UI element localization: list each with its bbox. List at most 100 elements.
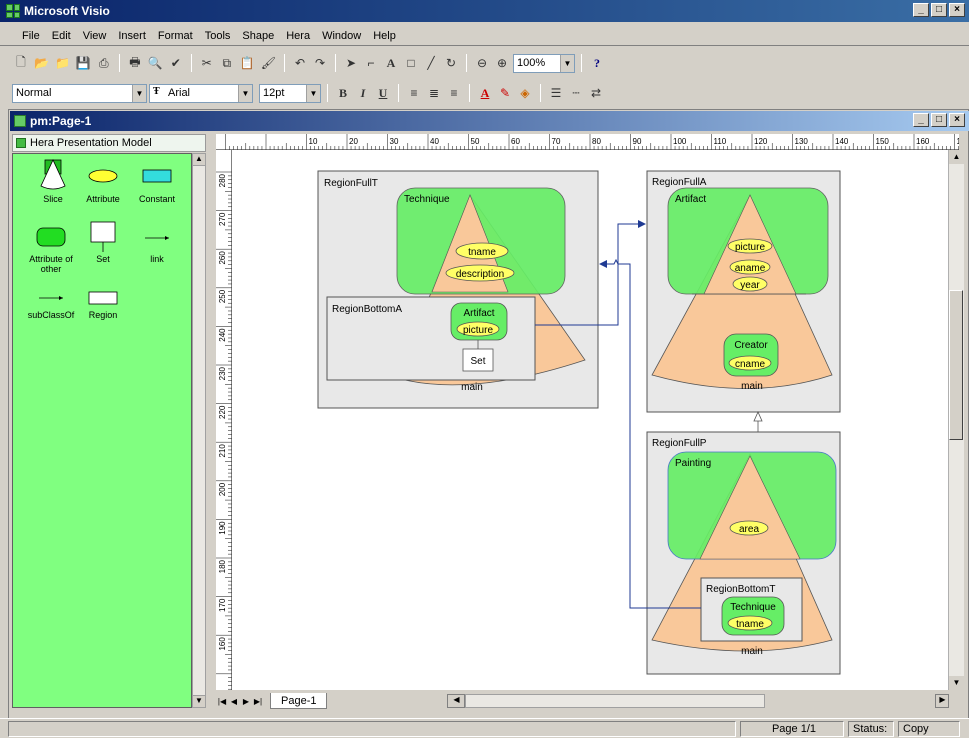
region-bottom-a[interactable]: RegionBottomA Artifact picture Set: [326, 296, 536, 381]
scroll-right-icon[interactable]: ▶: [935, 694, 950, 708]
zoom-value: 100%: [517, 57, 546, 69]
zoom-out-icon[interactable]: ⊖: [473, 53, 491, 73]
last-page-icon[interactable]: ▶|: [252, 694, 264, 708]
cut-icon[interactable]: ✂: [198, 53, 216, 73]
menu-view[interactable]: View: [77, 30, 113, 42]
line-ends-icon[interactable]: ⇄: [587, 83, 605, 103]
region-full-a[interactable]: RegionFullA Artifact picture aname year …: [646, 170, 841, 413]
doc-restore-button[interactable]: □: [931, 113, 947, 127]
ruler-label: 10: [309, 137, 318, 146]
previous-page-icon[interactable]: ◀: [228, 694, 240, 708]
horizontal-scrollbar[interactable]: [465, 694, 766, 708]
menu-hera[interactable]: Hera: [280, 30, 316, 42]
doc-minimize-button[interactable]: _: [913, 113, 929, 127]
rectangle-tool-icon[interactable]: □: [402, 53, 420, 73]
font-size-select[interactable]: 12pt ▼: [259, 83, 321, 103]
pointer-tool-icon[interactable]: ➤: [342, 53, 360, 73]
menu-insert[interactable]: Insert: [112, 30, 152, 42]
close-button[interactable]: ×: [949, 3, 965, 17]
ruler-label: 90: [633, 137, 642, 146]
help-icon[interactable]: ?: [588, 53, 606, 73]
region-shape-icon: [88, 291, 118, 305]
spelling-icon[interactable]: ✔: [167, 53, 185, 73]
slice-shape-icon: [40, 159, 66, 190]
zoom-in-icon[interactable]: ⊕: [493, 53, 511, 73]
page-tab[interactable]: Page-1: [270, 693, 328, 709]
maximize-button[interactable]: □: [931, 3, 947, 17]
page-indicator: Page 1/1: [740, 721, 844, 737]
format-painter-icon[interactable]: 🖌: [259, 53, 278, 73]
first-page-icon[interactable]: |◀: [216, 694, 228, 708]
doc-close-button[interactable]: ×: [949, 113, 965, 127]
align-center-icon[interactable]: ≣: [425, 83, 443, 103]
print-icon[interactable]: 🖶: [126, 53, 144, 73]
paste-icon[interactable]: 📋: [238, 53, 257, 73]
region-bottom-t[interactable]: RegionBottomT Technique tname: [700, 577, 803, 642]
region-full-p-main-label: main: [741, 646, 763, 657]
drawing-canvas[interactable]: RegionFullT Technique tname description …: [232, 150, 948, 690]
text-tool-icon[interactable]: A: [382, 53, 400, 73]
stencil-icon[interactable]: 📁: [53, 53, 72, 73]
rotate-tool-icon[interactable]: ↻: [442, 53, 460, 73]
menu-window[interactable]: Window: [316, 30, 367, 42]
ruler-label: 220: [218, 405, 227, 419]
save-icon[interactable]: 💾: [74, 53, 93, 73]
constant-master[interactable]: Constant: [127, 166, 187, 204]
stencil-scrollbar[interactable]: ▲ ▼: [192, 153, 206, 708]
line-pattern-icon[interactable]: ┄: [567, 83, 585, 103]
subclassof-arrow[interactable]: [753, 411, 763, 422]
scroll-left-icon[interactable]: ◀: [447, 694, 466, 708]
region-full-p-title: RegionFullP: [652, 438, 707, 449]
stencil-header[interactable]: Hera Presentation Model: [12, 134, 206, 152]
region-master[interactable]: Region: [73, 286, 133, 320]
ruler-label: 180: [218, 559, 227, 573]
align-left-icon[interactable]: ≡: [405, 83, 423, 103]
fill-color-icon[interactable]: ◈: [516, 83, 534, 103]
attribute-master[interactable]: Attribute: [73, 166, 133, 204]
new-icon[interactable]: 🗋: [12, 53, 30, 73]
style-select[interactable]: Normal ▼: [12, 83, 147, 103]
italic-icon[interactable]: I: [354, 83, 372, 103]
ruler-label: 20: [349, 137, 358, 146]
font-size-value: 12pt: [263, 87, 285, 99]
font-color-icon[interactable]: A: [476, 83, 494, 103]
print-preview-icon[interactable]: 🔍: [146, 53, 165, 73]
font-select[interactable]: Ŧ Arial ▼: [149, 83, 253, 103]
connector-tool-icon[interactable]: ⌐: [362, 53, 380, 73]
set-master[interactable]: Set: [73, 220, 133, 264]
undo-icon[interactable]: ↶: [291, 53, 309, 73]
scroll-down-icon[interactable]: ▼: [949, 676, 964, 690]
bold-icon[interactable]: B: [334, 83, 352, 103]
open-icon[interactable]: 📂: [32, 53, 51, 73]
menu-edit[interactable]: Edit: [46, 30, 77, 42]
attribute-of-other-master[interactable]: Attribute of other: [21, 224, 81, 274]
menu-help[interactable]: Help: [367, 30, 402, 42]
line-weight-icon[interactable]: ☰: [547, 83, 565, 103]
scroll-down-icon[interactable]: ▼: [193, 695, 205, 707]
minimize-button[interactable]: _: [913, 3, 929, 17]
ruler-label: 170: [957, 137, 960, 146]
subclassof-master[interactable]: subClassOf: [21, 286, 81, 320]
menu-shape[interactable]: Shape: [236, 30, 280, 42]
next-page-icon[interactable]: ▶: [240, 694, 252, 708]
separator: [190, 54, 192, 72]
copy-icon[interactable]: ⧉: [218, 53, 236, 73]
scroll-up-icon[interactable]: ▲: [949, 150, 964, 164]
underline-icon[interactable]: U: [374, 83, 392, 103]
standard-toolbar: 🗋 📂 📁 💾 ⎙ 🖶 🔍 ✔ ✂ ⧉ 📋 🖌 ↶ ↷ ➤ ⌐ A □ ╱ ↻ …: [12, 50, 969, 76]
vertical-scroll-thumb[interactable]: [949, 290, 963, 440]
line-tool-icon[interactable]: ╱: [422, 53, 440, 73]
line-color-icon[interactable]: ✎: [496, 83, 514, 103]
scroll-up-icon[interactable]: ▲: [193, 154, 205, 166]
zoom-select[interactable]: 100% ▼: [513, 53, 575, 73]
menu-format[interactable]: Format: [152, 30, 199, 42]
hera-diagram: RegionFullT Technique tname description …: [317, 170, 841, 675]
link-master[interactable]: link: [127, 226, 187, 264]
redo-icon[interactable]: ↷: [311, 53, 329, 73]
print-setup-icon[interactable]: ⎙: [95, 53, 113, 73]
menu-file[interactable]: File: [16, 30, 46, 42]
technique-slice-label: Technique: [404, 194, 450, 205]
page-tab-bar: |◀ ◀ ▶ ▶| Page-1 ◀ ▶: [216, 692, 959, 710]
align-right-icon[interactable]: ≡: [445, 83, 463, 103]
menu-tools[interactable]: Tools: [199, 30, 237, 42]
